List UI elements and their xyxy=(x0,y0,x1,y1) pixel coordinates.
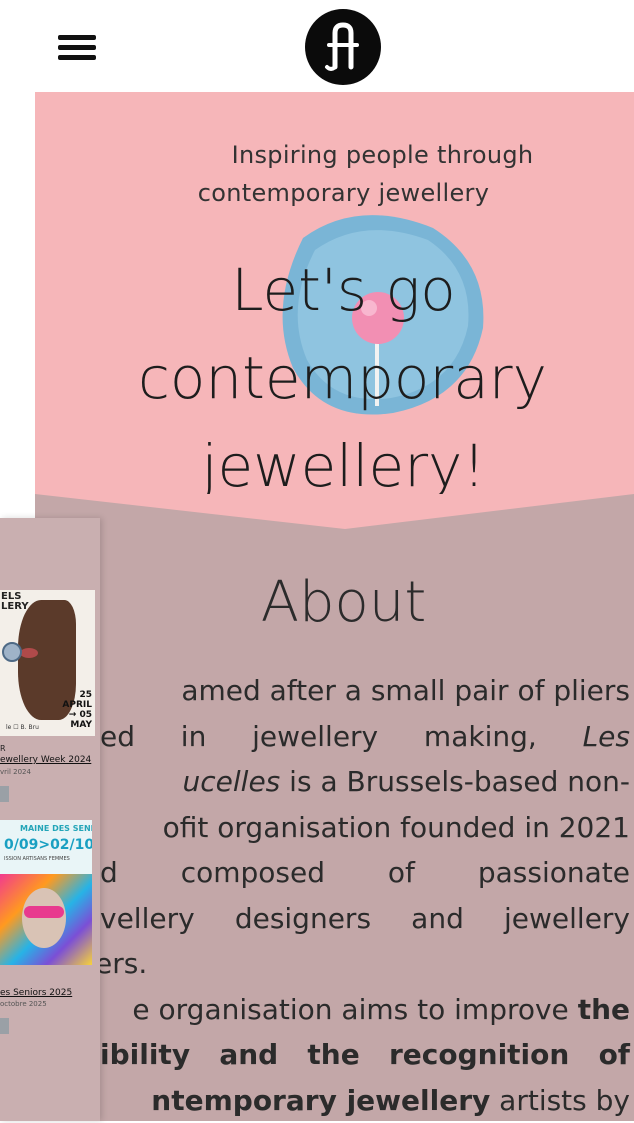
text-span: ucelles xyxy=(183,765,281,798)
text-span: vellery xyxy=(100,896,195,942)
poster-dates: 0/09>02/10 xyxy=(4,837,92,853)
event-card-poster[interactable]: MAINE DES SENIORS 0/09>02/10 ISSION ARTI… xyxy=(0,820,92,965)
logo-monogram-icon xyxy=(305,9,381,85)
text-span: ers. xyxy=(95,947,147,980)
event-date: vril 2024 xyxy=(0,768,31,776)
brand-logo-icon[interactable] xyxy=(305,9,381,85)
text-span: d xyxy=(100,850,118,896)
menu-bar xyxy=(58,45,96,50)
text-span: the xyxy=(578,993,630,1026)
menu-bar xyxy=(58,55,96,60)
event-card-poster[interactable]: ELS LERY 25 APRIL → 05 MAY le ☐ B. Bru xyxy=(0,590,95,736)
tagline-line: Inspiring people through xyxy=(35,136,634,174)
text-span: amed after a small pair of pliers xyxy=(181,674,630,707)
event-title-link[interactable]: ewellery Week 2024 xyxy=(0,755,91,765)
hero-title: Let's go contemporary jewellery! xyxy=(35,246,634,510)
text-span: ofit organisation founded in 2021 xyxy=(163,811,630,844)
ring-icon xyxy=(2,642,22,662)
poster-top-text: MAINE DES SENIORS xyxy=(20,824,92,833)
text-span: jewellery xyxy=(504,896,630,942)
hero-title-line: Let's go xyxy=(35,246,634,334)
about-heading: About xyxy=(35,570,634,635)
text-span: the xyxy=(307,1032,359,1078)
event-date: octobre 2025 xyxy=(0,1000,47,1008)
menu-bar xyxy=(58,35,96,40)
text-span: Les xyxy=(583,714,630,760)
sunglasses-icon xyxy=(24,906,64,918)
text-span: ed xyxy=(100,714,135,760)
text-span: passionate xyxy=(478,850,630,896)
text-span: is a Brussels-based non- xyxy=(280,765,630,798)
text-span: e organisation aims to improve xyxy=(132,993,577,1026)
poster-title: ELS LERY xyxy=(1,592,29,612)
text-span: composed xyxy=(181,850,325,896)
text-span: ntemporary jewellery xyxy=(151,1084,490,1117)
text-span: making, xyxy=(424,714,537,760)
side-events-panel[interactable]: ELS LERY 25 APRIL → 05 MAY le ☐ B. Bru R… xyxy=(0,518,100,1121)
poster-date: 25 APRIL → 05 MAY xyxy=(62,690,92,730)
section-divider xyxy=(35,494,634,534)
text-span: artists by xyxy=(490,1084,630,1117)
hero-section: Inspiring people through contemporary je… xyxy=(35,92,634,532)
text-span: in xyxy=(181,714,207,760)
poster-subtext: ISSION ARTISANS FEMMES xyxy=(4,856,70,862)
text-span: designers xyxy=(235,896,371,942)
poster-footer: le ☐ B. Bru xyxy=(6,724,39,731)
event-tag-button[interactable] xyxy=(0,1018,9,1034)
hero-title-line: contemporary xyxy=(35,334,634,422)
tagline-line: contemporary jewellery xyxy=(35,174,634,212)
text-span: jewellery xyxy=(252,714,378,760)
poster-portrait-image xyxy=(22,888,66,948)
event-category: R xyxy=(0,744,6,753)
text-span: of xyxy=(599,1032,630,1078)
event-title-link[interactable]: es Seniors 2025 xyxy=(0,988,72,998)
text-span: and xyxy=(411,896,464,942)
text-span: and xyxy=(219,1032,278,1078)
text-span: recognition xyxy=(389,1032,569,1078)
hamburger-menu-icon[interactable] xyxy=(58,33,96,61)
site-header xyxy=(0,0,634,92)
text-span: of xyxy=(388,850,415,896)
text-span: ibility xyxy=(100,1032,190,1078)
hero-tagline: Inspiring people through contemporary je… xyxy=(35,136,634,212)
poster-detail xyxy=(20,648,38,658)
event-tag-button[interactable] xyxy=(0,786,9,802)
